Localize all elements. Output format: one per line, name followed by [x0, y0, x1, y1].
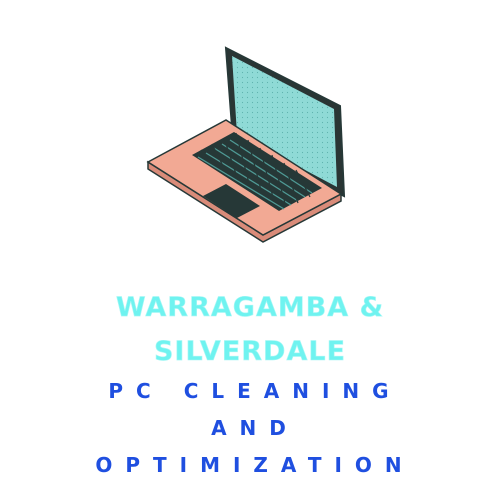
- company-name-line-2: SILVERDALE: [153, 336, 347, 368]
- laptop-icon: [146, 46, 346, 243]
- service-name-line-3: OPTIMIZATION: [95, 453, 415, 477]
- service-name-line-2: AND: [211, 416, 299, 440]
- service-name-line-1: PC CLEANING: [108, 379, 402, 403]
- company-name-line-1: WARRAGAMBA &: [115, 292, 385, 324]
